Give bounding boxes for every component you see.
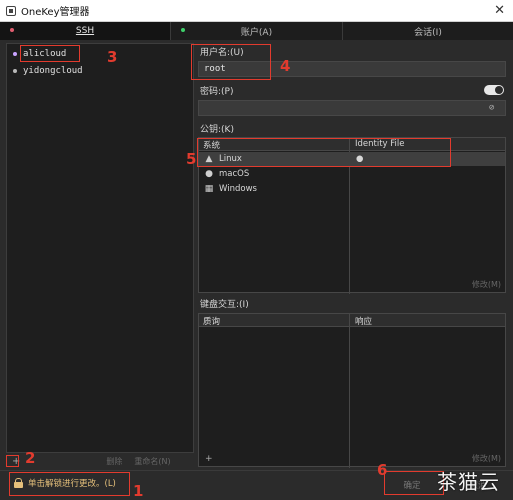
window-title: OneKey管理器	[21, 7, 90, 18]
title-bar: OneKey管理器 ✕	[0, 0, 513, 22]
annotation-number-1: 1	[133, 482, 144, 500]
kbd-table-header: 质询 响应	[199, 314, 505, 327]
os-name: Windows	[219, 184, 257, 194]
host-bullet	[13, 52, 17, 56]
tab-status-dot	[10, 28, 14, 32]
windows-icon: ▦	[204, 184, 214, 194]
tab-sessions[interactable]: 会话(I)	[343, 22, 513, 40]
host-bullet	[13, 69, 17, 73]
table-row-macos[interactable]: ● macOS	[199, 167, 505, 181]
list-item-yidongcloud[interactable]: yidongcloud	[13, 64, 83, 78]
column-header-response[interactable]: 响应	[355, 315, 372, 327]
annotation-number-6: 6	[377, 461, 388, 479]
annotation-box-2	[6, 455, 19, 467]
keys-label: 公钥:(K)	[200, 125, 234, 135]
annotation-box-3	[20, 45, 80, 62]
annotation-number-2: 2	[25, 449, 36, 467]
password-field[interactable]: ⊘	[198, 100, 506, 116]
modify-challenge-button[interactable]: 修改(M)	[472, 453, 501, 464]
annotation-box-6	[384, 471, 444, 495]
password-toggle[interactable]	[484, 85, 504, 95]
rename-host-button[interactable]: 重命名(N)	[134, 456, 170, 467]
password-label: 密码:(P)	[200, 87, 234, 97]
tab-status-dot	[181, 28, 185, 32]
app-icon	[6, 5, 16, 16]
annotation-number-3: 3	[107, 48, 118, 66]
add-challenge-button[interactable]: +	[205, 454, 213, 464]
kbd-interactive-label: 键盘交互:(I)	[200, 300, 249, 310]
watermark: 茶猫云	[437, 470, 500, 494]
kbd-interactive-table: 质询 响应 + 修改(M)	[198, 313, 506, 468]
host-name: yidongcloud	[23, 66, 83, 76]
column-divider	[349, 314, 350, 468]
delete-host-button[interactable]: 删除	[106, 456, 122, 467]
host-list: alicloud yidongcloud	[6, 43, 194, 453]
modify-key-button[interactable]: 修改(M)	[472, 279, 501, 290]
tab-ssh-label: SSH	[75, 26, 95, 36]
os-name: macOS	[219, 169, 250, 179]
close-icon[interactable]: ✕	[494, 3, 505, 18]
tab-bar: SSH 账户(A) 会话(I)	[0, 22, 513, 40]
annotation-number-4: 4	[280, 57, 291, 75]
annotation-box-4	[191, 44, 271, 80]
tab-ssh[interactable]: SSH	[0, 22, 171, 40]
column-header-challenge[interactable]: 质询	[203, 315, 220, 327]
tab-accounts[interactable]: 账户(A)	[171, 22, 343, 40]
annotation-box-5	[197, 138, 451, 167]
annotation-box-1	[9, 472, 130, 496]
table-row-windows[interactable]: ▦ Windows	[199, 182, 505, 196]
tab-accounts-label: 账户(A)	[240, 27, 273, 38]
eye-slash-icon[interactable]: ⊘	[489, 103, 501, 113]
apple-icon: ●	[205, 169, 213, 179]
annotation-number-5: 5	[186, 150, 197, 168]
tab-sessions-label: 会话(I)	[414, 27, 442, 38]
